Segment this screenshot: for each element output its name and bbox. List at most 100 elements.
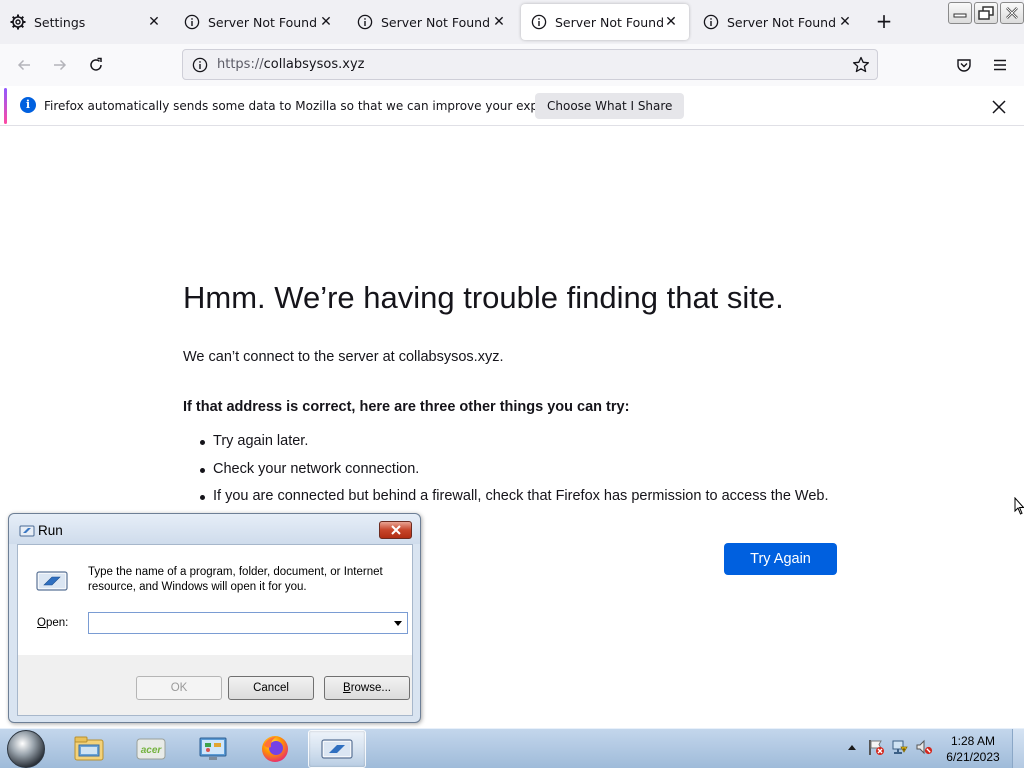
close-icon <box>1006 7 1018 19</box>
browse-accelerator: B <box>343 682 351 694</box>
tab-settings[interactable]: Settings ✕ <box>0 4 172 40</box>
cancel-button[interactable]: Cancel <box>228 676 314 700</box>
run-dialog-title: Run <box>38 523 63 538</box>
url-host: collabsysos.xyz <box>263 57 365 72</box>
dropdown-arrow-icon[interactable] <box>389 613 407 633</box>
address-bar[interactable]: https://collabsysos.xyz <box>182 49 878 80</box>
open-combobox[interactable] <box>88 612 408 634</box>
open-label-accelerator: O <box>37 617 46 629</box>
close-window-button[interactable] <box>1000 2 1024 24</box>
minimize-button[interactable] <box>948 2 972 24</box>
error-title: Hmm. We’re having trouble finding that s… <box>183 280 784 315</box>
taskbar-firefox[interactable] <box>246 730 304 768</box>
pocket-icon <box>957 59 971 72</box>
tab-label: Server Not Found <box>555 14 663 30</box>
info-icon <box>531 14 547 30</box>
taskbar-explorer[interactable] <box>60 730 118 768</box>
volume-muted-icon[interactable] <box>915 738 933 756</box>
info-icon <box>703 14 719 30</box>
info-icon <box>357 14 373 30</box>
clock-date: 6/21/2023 <box>946 750 1000 764</box>
tab-label: Server Not Found <box>727 14 837 30</box>
ok-button[interactable]: OK <box>136 676 222 700</box>
tab-close-icon[interactable]: ✕ <box>491 14 507 30</box>
tab-close-icon[interactable]: ✕ <box>663 14 679 30</box>
close-icon <box>992 100 1006 114</box>
run-dialog-titlebar[interactable]: Run <box>9 514 420 544</box>
system-tray <box>843 738 933 756</box>
explorer-icon <box>74 736 104 761</box>
tab-close-icon[interactable]: ✕ <box>837 14 853 30</box>
app-menu-button[interactable] <box>988 53 1012 77</box>
reload-button[interactable] <box>84 53 108 77</box>
back-arrow-icon <box>17 59 30 71</box>
control-panel-icon <box>199 737 227 760</box>
open-label: Open: <box>37 617 68 629</box>
run-icon <box>19 523 35 542</box>
tab-server-not-found[interactable]: Server Not Found ✕ <box>347 4 517 40</box>
tab-label: Settings <box>34 14 86 30</box>
mouse-cursor-icon <box>1014 496 1024 519</box>
clock-time: 1:28 AM <box>950 734 996 748</box>
notification-text: Firefox automatically sends some data to… <box>44 99 587 113</box>
try-again-button[interactable]: Try Again <box>724 543 837 575</box>
action-center-flag-icon[interactable] <box>867 738 885 756</box>
run-dialog: Run Type the name of a program, folder, … <box>8 513 421 723</box>
tab-label: Server Not Found <box>208 14 318 30</box>
navigation-toolbar: https://collabsysos.xyz <box>0 44 1024 86</box>
error-description: We can’t connect to the server at collab… <box>183 349 504 365</box>
forward-button[interactable] <box>48 53 72 77</box>
tab-server-not-found[interactable]: Server Not Found ✕ <box>693 4 863 40</box>
hamburger-menu-icon <box>994 59 1006 71</box>
run-icon <box>321 739 353 759</box>
forward-arrow-icon <box>54 59 67 71</box>
notification-close-button[interactable] <box>990 98 1008 116</box>
firefox-icon <box>262 736 288 762</box>
tab-server-not-found[interactable]: Server Not Found ✕ <box>174 4 344 40</box>
minimize-icon <box>953 13 967 18</box>
tab-close-icon[interactable]: ✕ <box>318 14 334 30</box>
taskbar-clock[interactable]: 1:28 AM 6/21/2023 <box>940 733 1006 765</box>
info-icon: i <box>20 97 36 113</box>
list-item: If you are connected but behind a firewa… <box>199 488 829 516</box>
svg-text:acer: acer <box>141 745 163 756</box>
start-button[interactable] <box>7 730 45 768</box>
error-hint-heading: If that address is correct, here are thr… <box>183 399 630 415</box>
network-icon[interactable] <box>891 738 909 756</box>
run-dialog-close-button[interactable] <box>379 521 412 539</box>
run-dialog-description: Type the name of a program, folder, docu… <box>88 566 383 593</box>
suggestion-list: Try again later. Check your network conn… <box>199 433 829 516</box>
close-icon <box>390 525 401 535</box>
data-collection-notification: i Firefox automatically sends some data … <box>0 86 1024 126</box>
notification-accent <box>4 88 7 124</box>
bookmark-star-icon[interactable] <box>845 56 877 74</box>
restore-button[interactable] <box>974 2 998 24</box>
show-desktop-button[interactable] <box>1012 729 1024 768</box>
tab-close-icon[interactable]: ✕ <box>146 14 162 30</box>
browse-button[interactable]: Browse... <box>324 676 410 700</box>
url-text: https://collabsysos.xyz <box>217 57 845 72</box>
taskbar-control-panel[interactable] <box>184 730 242 768</box>
taskbar: acer 1:28 AM 6/21/2023 <box>0 728 1024 768</box>
open-label-text: pen: <box>45 617 69 629</box>
run-program-icon <box>36 569 68 597</box>
window-controls <box>948 2 1024 24</box>
pocket-button[interactable] <box>952 53 976 77</box>
list-item: Check your network connection. <box>199 461 829 489</box>
open-input[interactable] <box>89 613 389 633</box>
info-icon <box>184 14 200 30</box>
gear-icon <box>10 14 26 30</box>
tab-label: Server Not Found <box>381 14 491 30</box>
run-dialog-body: Type the name of a program, folder, docu… <box>17 544 413 716</box>
choose-what-i-share-button[interactable]: Choose What I Share <box>535 93 685 119</box>
new-tab-button[interactable]: + <box>872 10 896 34</box>
site-info-icon[interactable] <box>185 57 215 73</box>
url-scheme: https:// <box>217 57 264 72</box>
tab-server-not-found-selected[interactable]: Server Not Found ✕ <box>521 4 689 40</box>
taskbar-run[interactable] <box>308 730 366 768</box>
taskbar-acer[interactable]: acer <box>122 730 180 768</box>
restore-icon <box>978 6 994 20</box>
reload-icon <box>90 57 102 71</box>
back-button[interactable] <box>12 53 36 77</box>
show-hidden-icons-icon[interactable] <box>843 738 861 756</box>
